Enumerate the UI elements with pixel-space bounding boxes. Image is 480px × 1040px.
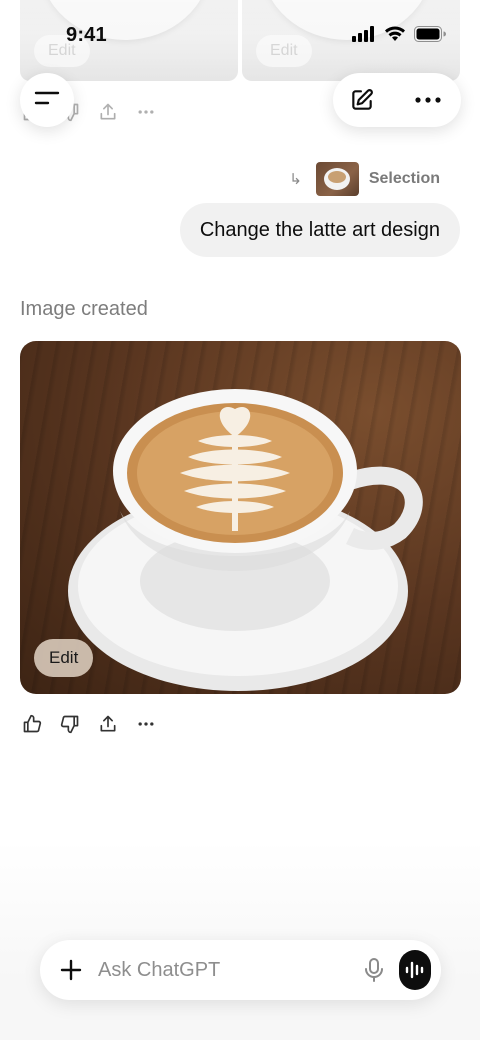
user-message-bubble: Change the latte art design bbox=[179, 203, 460, 257]
generated-image[interactable] bbox=[20, 341, 461, 694]
latte-illustration bbox=[68, 389, 423, 691]
dictation-button[interactable] bbox=[363, 956, 385, 984]
waveform-icon bbox=[405, 961, 424, 979]
battery-icon bbox=[414, 26, 446, 47]
ellipsis-icon bbox=[415, 97, 441, 103]
reply-arrow-icon: ↳ bbox=[289, 171, 302, 188]
share-icon[interactable] bbox=[98, 714, 118, 734]
chat-screen: Edit Edit 9:41 ↳ Selection Change the la… bbox=[0, 0, 480, 1040]
image-edit-button[interactable]: Edit bbox=[34, 639, 94, 677]
new-chat-button[interactable] bbox=[347, 85, 377, 115]
menu-icon bbox=[34, 88, 60, 113]
more-icon[interactable] bbox=[136, 714, 156, 734]
microphone-icon bbox=[365, 958, 384, 982]
voice-mode-button[interactable] bbox=[399, 950, 431, 990]
selection-thumbnail bbox=[315, 162, 359, 196]
sidebar-menu-button[interactable] bbox=[20, 73, 74, 127]
ask-input[interactable] bbox=[98, 958, 363, 982]
more-options-button[interactable] bbox=[413, 85, 443, 115]
cellular-signal-icon bbox=[352, 26, 376, 47]
selection-reference[interactable]: ↳ Selection bbox=[289, 162, 440, 196]
image-created-label: Image created bbox=[20, 298, 148, 320]
more-icon[interactable] bbox=[136, 102, 156, 122]
status-icons bbox=[352, 26, 446, 47]
selection-label: Selection bbox=[368, 170, 440, 187]
wifi-icon bbox=[384, 26, 406, 47]
message-reactions bbox=[22, 714, 156, 734]
header-actions bbox=[333, 73, 461, 127]
composer bbox=[40, 940, 441, 1000]
thumbs-down-icon[interactable] bbox=[60, 714, 80, 734]
compose-icon bbox=[352, 89, 373, 110]
thumbnail-foam bbox=[327, 171, 346, 183]
thumbs-up-icon[interactable] bbox=[22, 714, 42, 734]
add-attachment-button[interactable] bbox=[60, 957, 82, 983]
status-bar: 9:41 bbox=[0, 0, 480, 70]
share-icon[interactable] bbox=[98, 102, 118, 122]
status-time: 9:41 bbox=[66, 24, 107, 46]
plus-icon bbox=[60, 959, 82, 981]
